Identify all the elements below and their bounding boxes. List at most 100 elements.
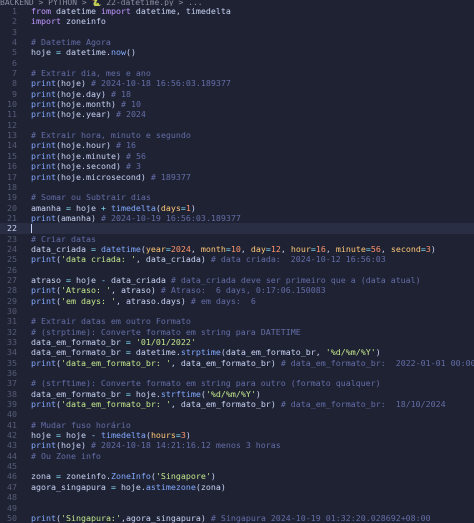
- code-line[interactable]: 30: [0, 306, 474, 316]
- code-token: ZoneInfo: [110, 471, 151, 482]
- code-token: ): [200, 512, 211, 523]
- code-line[interactable]: 3: [0, 27, 474, 37]
- code-line[interactable]: 11 print(hoje.year) # 2024: [0, 109, 474, 119]
- code-line[interactable]: 45: [0, 461, 474, 471]
- code-token: days: [160, 202, 181, 213]
- code-token: from: [31, 6, 56, 16]
- line-code: # Extrair dia, mes e ano: [31, 68, 151, 78]
- code-token: ): [200, 254, 211, 265]
- code-line[interactable]: 15 print(hoje.minute) # 56: [0, 151, 474, 161]
- code-line[interactable]: 24 data_criada = datetime(year=2024, mont…: [0, 244, 474, 254]
- code-line[interactable]: 21 print(amanha) # 2024-10-19 16:56:03.18…: [0, 213, 474, 223]
- code-line[interactable]: 8 print(hoje) # 2024-10-18 16:56:03.18937…: [0, 78, 474, 88]
- code-token: ): [115, 161, 126, 172]
- code-line[interactable]: 17 print(hoje.microsecond) # 189377: [0, 172, 474, 182]
- code-line[interactable]: 9 print(hoje.day) # 18: [0, 89, 474, 99]
- code-line[interactable]: 44 # Ou Zone info: [0, 451, 474, 461]
- line-number: 38: [7, 388, 17, 399]
- line-code: print(hoje) # 2024-10-18 16:56:03.189377: [31, 78, 231, 88]
- code-token: print: [31, 512, 56, 523]
- code-line[interactable]: 34 data_em_formato_br = datetime.strptime…: [0, 347, 474, 357]
- code-line[interactable]: 47 agora_singapura = hoje.astimezone(zona…: [0, 482, 474, 492]
- code-line[interactable]: 41 # Mudar fuso horário: [0, 420, 474, 430]
- code-line[interactable]: 5 hoje = datetime.now(): [0, 47, 474, 57]
- code-token: ,: [325, 243, 336, 254]
- code-token: hoje: [65, 430, 91, 441]
- code-editor[interactable]: BACKEND > PYTHON > 🐍 22-datetime.py > ..…: [0, 0, 474, 523]
- code-line[interactable]: 49: [0, 503, 474, 513]
- code-line[interactable]: 13 # Extrair hora, minuto e segundo: [0, 130, 474, 140]
- code-line[interactable]: 48: [0, 492, 474, 502]
- line-number: 39: [7, 399, 17, 410]
- code-line[interactable]: 35 print('data_em_formato_br: ', data_em_…: [0, 358, 474, 368]
- code-line[interactable]: 42 hoje = hoje - timedelta(hours=3): [0, 430, 474, 440]
- code-token: minute: [335, 243, 366, 254]
- code-line[interactable]: 22: [0, 223, 474, 234]
- code-line[interactable]: 39 print('data_em_formato_br: ', data_em_…: [0, 399, 474, 409]
- code-line[interactable]: 4 # Datetime Agora: [0, 37, 474, 47]
- code-line[interactable]: 20 amanha = hoje + timedelta(days=1): [0, 203, 474, 213]
- code-token: 56: [370, 243, 381, 254]
- line-number: 21: [7, 212, 17, 223]
- code-token: atraso: [120, 285, 151, 296]
- code-token: =: [65, 274, 76, 285]
- code-token: datetime: [135, 6, 176, 16]
- text-cursor: [31, 224, 32, 234]
- code-token: ): [110, 99, 121, 110]
- code-token: 12: [270, 243, 281, 254]
- code-line[interactable]: 27 atraso = hoje - data_criada # data_cri…: [0, 275, 474, 285]
- code-token: day: [85, 88, 101, 99]
- code-token: hoje: [135, 388, 156, 399]
- line-number: 32: [7, 326, 17, 337]
- code-line[interactable]: 28 print('Atraso: ', atraso) # Atraso: 6 …: [0, 285, 474, 295]
- code-line[interactable]: 10 print(hoje.month) # 10: [0, 99, 474, 109]
- code-line[interactable]: 14 print(hoje.hour) # 16: [0, 140, 474, 150]
- code-token: data_em_formato_br: [31, 337, 126, 347]
- code-token: ): [105, 109, 116, 120]
- line-code: import zoneinfo: [31, 16, 106, 26]
- code-token: ): [80, 78, 91, 89]
- code-line[interactable]: 16 print(hoje.second) # 3: [0, 161, 474, 171]
- line-number: 7: [12, 68, 17, 79]
- code-line[interactable]: 1 from datetime import datetime, timedelt…: [0, 6, 474, 16]
- code-line[interactable]: 12: [0, 120, 474, 130]
- code-lines[interactable]: 1 from datetime import datetime, timedelt…: [0, 6, 474, 523]
- code-token: now: [110, 47, 126, 58]
- code-token: -: [100, 274, 111, 285]
- code-line[interactable]: 31 # Extrair datas em outro Formato: [0, 316, 474, 326]
- code-line[interactable]: 7 # Extrair dia, mes e ano: [0, 68, 474, 78]
- code-line[interactable]: 33 data_em_formato_br = '01/01/2022': [0, 337, 474, 347]
- line-number: 14: [7, 140, 17, 151]
- code-token: print: [31, 109, 56, 120]
- line-number: 41: [7, 419, 17, 430]
- code-line[interactable]: 23 # Criar datas: [0, 234, 474, 244]
- code-token: amanha: [31, 202, 66, 213]
- code-line[interactable]: 36: [0, 368, 474, 378]
- code-line[interactable]: 19 # Somar ou Subtrair dias: [0, 192, 474, 202]
- line-code: print(hoje.year) # 2024: [31, 109, 146, 119]
- code-line[interactable]: 32 # (strptime): Converte formato em stri…: [0, 327, 474, 337]
- line-number: 18: [7, 181, 17, 192]
- line-number: 37: [7, 378, 17, 389]
- code-line[interactable]: 38 data_em_formato_br = hoje.strftime('%d…: [0, 389, 474, 399]
- code-line[interactable]: 50 print('Singapura:',agora_singapura) # …: [0, 513, 474, 523]
- line-number: 11: [7, 109, 17, 120]
- code-token: # 3: [125, 161, 141, 172]
- code-token: hoje: [75, 274, 101, 285]
- code-line[interactable]: 29 print('em days: ', atraso.days) # em d…: [0, 296, 474, 306]
- line-number: 8: [12, 78, 17, 89]
- code-token: # data criada: 2024-10-12 16:56:03: [210, 254, 386, 265]
- code-line[interactable]: 18: [0, 182, 474, 192]
- code-line[interactable]: 40: [0, 409, 474, 419]
- code-token: datetime: [65, 47, 106, 58]
- line-number: 10: [7, 99, 17, 110]
- code-line[interactable]: 26: [0, 265, 474, 275]
- code-token: =: [65, 202, 76, 213]
- code-token: year: [85, 109, 106, 120]
- code-line[interactable]: 2 import zoneinfo: [0, 16, 474, 26]
- code-line[interactable]: 25 print('data criada: ', data_criada) # …: [0, 254, 474, 264]
- code-line[interactable]: 46 zona = zoneinfo.ZoneInfo('Singapore'): [0, 471, 474, 481]
- code-line[interactable]: 43 print(hoje) # 2024-10-18 14:21:16.12 m…: [0, 440, 474, 450]
- code-line[interactable]: 6: [0, 58, 474, 68]
- code-line[interactable]: 37 # (strftime): Converte formato em stri…: [0, 378, 474, 388]
